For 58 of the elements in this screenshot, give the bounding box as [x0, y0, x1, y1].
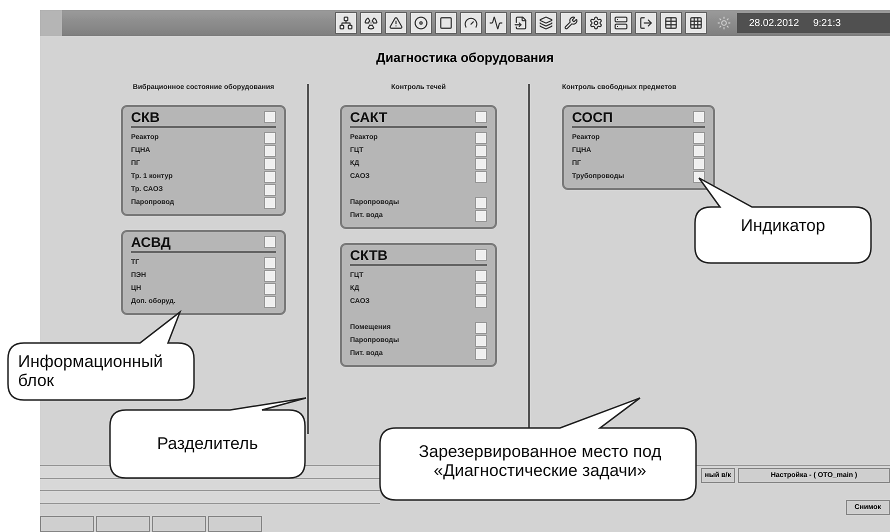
- indicator: [264, 296, 276, 308]
- indicator: [475, 249, 487, 261]
- indicator: [475, 132, 487, 144]
- callout-text: Информационный блок: [18, 352, 164, 390]
- wrench-icon[interactable]: [560, 12, 582, 34]
- gauge-icon[interactable]: [460, 12, 482, 34]
- indicator: [475, 334, 487, 346]
- indicator: [264, 236, 276, 248]
- block-title: СКВ: [131, 109, 160, 125]
- block-title: САКТ: [350, 109, 388, 125]
- indicator: [475, 158, 487, 170]
- radiation-icon[interactable]: [360, 12, 382, 34]
- block-title: АСВД: [131, 234, 171, 250]
- indicator: [475, 196, 487, 208]
- callout-text: Индикатор: [740, 216, 826, 235]
- indicator: [693, 158, 705, 170]
- block-title: СКТВ: [350, 247, 388, 263]
- table-icon[interactable]: [660, 12, 682, 34]
- indicator: [693, 132, 705, 144]
- file-input-icon[interactable]: [510, 12, 532, 34]
- indicator: [475, 296, 487, 308]
- indicator: [693, 144, 705, 156]
- settings-icon[interactable]: [585, 12, 607, 34]
- block-title: СОСП: [572, 109, 613, 125]
- sun-icon: [717, 16, 731, 30]
- date-text: 28.02.2012: [749, 18, 800, 28]
- indicator: [475, 322, 487, 334]
- indicator: [264, 170, 276, 182]
- indicator: [264, 270, 276, 282]
- indicator: [264, 184, 276, 196]
- indicator: [475, 270, 487, 282]
- warning-icon[interactable]: [385, 12, 407, 34]
- indicator: [264, 144, 276, 156]
- layers-icon[interactable]: [535, 12, 557, 34]
- indicator: [264, 196, 276, 208]
- indicator: [693, 111, 705, 123]
- activity-icon[interactable]: [485, 12, 507, 34]
- indicator: [264, 256, 276, 268]
- page-title: Диагностика оборудования: [375, 50, 555, 67]
- network-icon[interactable]: [335, 12, 357, 34]
- square-icon[interactable]: [435, 12, 457, 34]
- indicator: [264, 111, 276, 123]
- server-icon[interactable]: [610, 12, 632, 34]
- logout-icon[interactable]: [635, 12, 657, 34]
- indicator: [264, 132, 276, 144]
- indicator: [475, 111, 487, 123]
- indicator: [475, 210, 487, 222]
- time-text: 9:21:3: [813, 18, 841, 28]
- indicator: [475, 144, 487, 156]
- indicator: [264, 158, 276, 170]
- indicator: [264, 282, 276, 294]
- indicator: [475, 348, 487, 360]
- indicator: [475, 282, 487, 294]
- grid-icon[interactable]: [685, 12, 707, 34]
- callout-text: Зарезервированное место под «Диагностические задачи»: [418, 442, 662, 480]
- indicator: [475, 170, 487, 182]
- callout-text: Разделитель: [156, 434, 259, 453]
- corner-panel: [40, 10, 62, 36]
